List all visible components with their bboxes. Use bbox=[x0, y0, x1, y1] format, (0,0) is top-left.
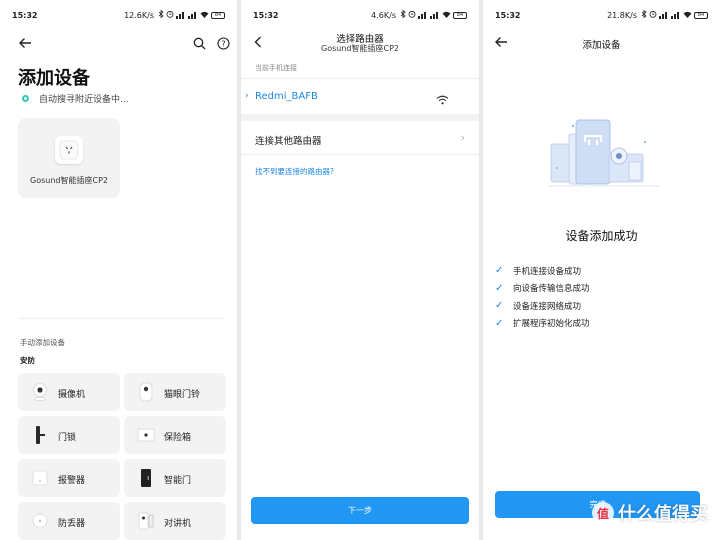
next-button[interactable]: 下一步 bbox=[251, 497, 469, 524]
success-title: 设备添加成功 bbox=[565, 229, 638, 243]
checkmark-icon: ✓ bbox=[495, 265, 504, 277]
step-label: 设备连接网络成功 bbox=[513, 301, 582, 312]
doorbell-icon bbox=[136, 382, 156, 402]
network-speed: 4.6K/s bbox=[371, 10, 396, 20]
alarm-icon bbox=[30, 468, 50, 488]
device-tile-alarm[interactable]: 报警器 bbox=[18, 459, 120, 497]
status-bar: 15:32 21.8K/s 84 bbox=[483, 9, 720, 23]
signal-icon bbox=[188, 11, 198, 19]
signal-icon bbox=[659, 11, 669, 19]
cannot-find-router-link[interactable]: 找不到要连接的路由器? bbox=[255, 166, 334, 177]
section-separator bbox=[241, 114, 479, 121]
alarm-clock-icon bbox=[649, 10, 657, 20]
network-speed: 12.6K/s bbox=[124, 10, 154, 20]
battery-icon: 84 bbox=[453, 11, 467, 19]
tile-label: 摄像机 bbox=[58, 390, 86, 400]
intercom-icon bbox=[136, 511, 156, 531]
list-item: ✓ 扩展程序初始化成功 bbox=[495, 315, 590, 333]
step-label: 向设备传输信息成功 bbox=[513, 284, 590, 295]
status-time: 15:32 bbox=[495, 11, 521, 20]
smart-plug-icon bbox=[55, 136, 83, 164]
add-device-screen: 15:32 12.6K/s 84 ? 添加设备 自动搜寻附近设备中... Gos… bbox=[0, 0, 237, 540]
devices-illustration bbox=[549, 112, 659, 194]
alarm-clock-icon bbox=[166, 10, 174, 20]
help-icon[interactable]: ? bbox=[214, 34, 232, 52]
select-router-screen: 15:32 4.6K/s 84 选择路由器 Gosund智能插座CP2 当前手机… bbox=[241, 0, 479, 540]
bluetooth-icon bbox=[400, 9, 406, 20]
selected-chevron-icon: › bbox=[245, 91, 249, 101]
wifi-status-icon bbox=[683, 11, 692, 20]
search-icon[interactable] bbox=[190, 34, 208, 52]
page-title: 添加设备 bbox=[582, 40, 621, 51]
network-speed: 21.8K/s bbox=[607, 10, 637, 20]
svg-text:?: ? bbox=[221, 39, 225, 48]
watermark-text: 什么值得买 bbox=[618, 504, 708, 525]
list-item: ✓ 手机连接设备成功 bbox=[495, 262, 590, 280]
bluetooth-icon bbox=[641, 9, 647, 20]
device-tile-doorbell[interactable]: 猫眼门铃 bbox=[124, 373, 226, 411]
device-tile-intercom[interactable]: 对讲机 bbox=[124, 502, 226, 540]
watermark-badge-icon: 值 bbox=[592, 502, 614, 524]
device-tile-safe-box[interactable]: 保险箱 bbox=[124, 416, 226, 454]
other-router-row[interactable]: 连接其他路由器 › bbox=[241, 121, 479, 155]
page-title: 添加设备 bbox=[18, 68, 90, 89]
battery-icon: 84 bbox=[694, 11, 708, 19]
device-tile-smart-door[interactable]: 智能门 bbox=[124, 459, 226, 497]
wifi-status-icon bbox=[442, 11, 451, 20]
status-bar: 15:32 4.6K/s 84 bbox=[241, 9, 479, 23]
wifi-status-icon bbox=[200, 11, 209, 20]
section-divider bbox=[18, 318, 225, 319]
signal-icon bbox=[671, 11, 681, 19]
status-time: 15:32 bbox=[12, 11, 38, 20]
tile-label: 报警器 bbox=[58, 476, 86, 486]
tile-label: 对讲机 bbox=[164, 519, 192, 529]
tile-label: 智能门 bbox=[164, 476, 192, 486]
setup-steps-list: ✓ 手机连接设备成功 ✓ 向设备传输信息成功 ✓ 设备连接网络成功 ✓ 扩展程序… bbox=[495, 262, 590, 332]
other-router-label: 连接其他路由器 bbox=[255, 136, 322, 147]
scanning-status: 自动搜寻附近设备中... bbox=[22, 92, 129, 105]
bluetooth-icon bbox=[158, 9, 164, 20]
scanning-text: 自动搜寻附近设备中... bbox=[39, 95, 129, 105]
camera-icon bbox=[30, 382, 50, 402]
step-label: 手机连接设备成功 bbox=[513, 266, 582, 277]
device-tile-anti-lost[interactable]: 防丢器 bbox=[18, 502, 120, 540]
device-tile-camera[interactable]: 摄像机 bbox=[18, 373, 120, 411]
current-wifi-row[interactable]: › Redmi_BAFB bbox=[241, 78, 479, 114]
back-icon[interactable] bbox=[16, 34, 34, 52]
status-bar: 15:32 12.6K/s 84 bbox=[0, 9, 237, 23]
manual-add-label: 手动添加设备 bbox=[20, 338, 65, 347]
list-item: ✓ 设备连接网络成功 bbox=[495, 297, 590, 315]
tile-label: 猫眼门铃 bbox=[164, 390, 201, 400]
device-tile-door-lock[interactable]: 门锁 bbox=[18, 416, 120, 454]
signal-icon bbox=[418, 11, 428, 19]
tile-label: 保险箱 bbox=[164, 433, 192, 443]
found-device-name: Gosund智能插座CP2 bbox=[30, 176, 108, 185]
wifi-name: Redmi_BAFB bbox=[255, 91, 318, 102]
battery-icon: 84 bbox=[211, 11, 225, 19]
category-security-label: 安防 bbox=[20, 356, 35, 365]
tile-label: 防丢器 bbox=[58, 519, 86, 529]
wifi-signal-icon bbox=[436, 90, 449, 109]
page-subtitle: Gosund智能插座CP2 bbox=[321, 44, 399, 53]
safe-box-icon bbox=[136, 425, 156, 445]
checkmark-icon: ✓ bbox=[495, 300, 504, 312]
signal-icon bbox=[430, 11, 440, 19]
current-connection-label: 当前手机连接 bbox=[255, 64, 297, 72]
alarm-clock-icon bbox=[408, 10, 416, 20]
step-label: 扩展程序初始化成功 bbox=[513, 319, 590, 330]
scanning-spinner-icon bbox=[22, 95, 29, 102]
list-item: ✓ 向设备传输信息成功 bbox=[495, 280, 590, 298]
tile-label: 门锁 bbox=[58, 433, 77, 443]
checkmark-icon: ✓ bbox=[495, 282, 504, 294]
status-time: 15:32 bbox=[253, 11, 279, 20]
checkmark-icon: ✓ bbox=[495, 317, 504, 329]
door-lock-icon bbox=[30, 425, 50, 445]
chevron-right-icon: › bbox=[460, 131, 465, 144]
anti-lost-icon bbox=[30, 511, 50, 531]
add-success-screen: 15:32 21.8K/s 84 添加设备 设备添加成功 ✓ 手机连接设备成功 … bbox=[483, 0, 720, 540]
smart-door-icon bbox=[136, 468, 156, 488]
watermark: 值 什么值得买 bbox=[592, 500, 708, 526]
found-device-card[interactable]: Gosund智能插座CP2 bbox=[18, 118, 120, 198]
signal-icon bbox=[176, 11, 186, 19]
